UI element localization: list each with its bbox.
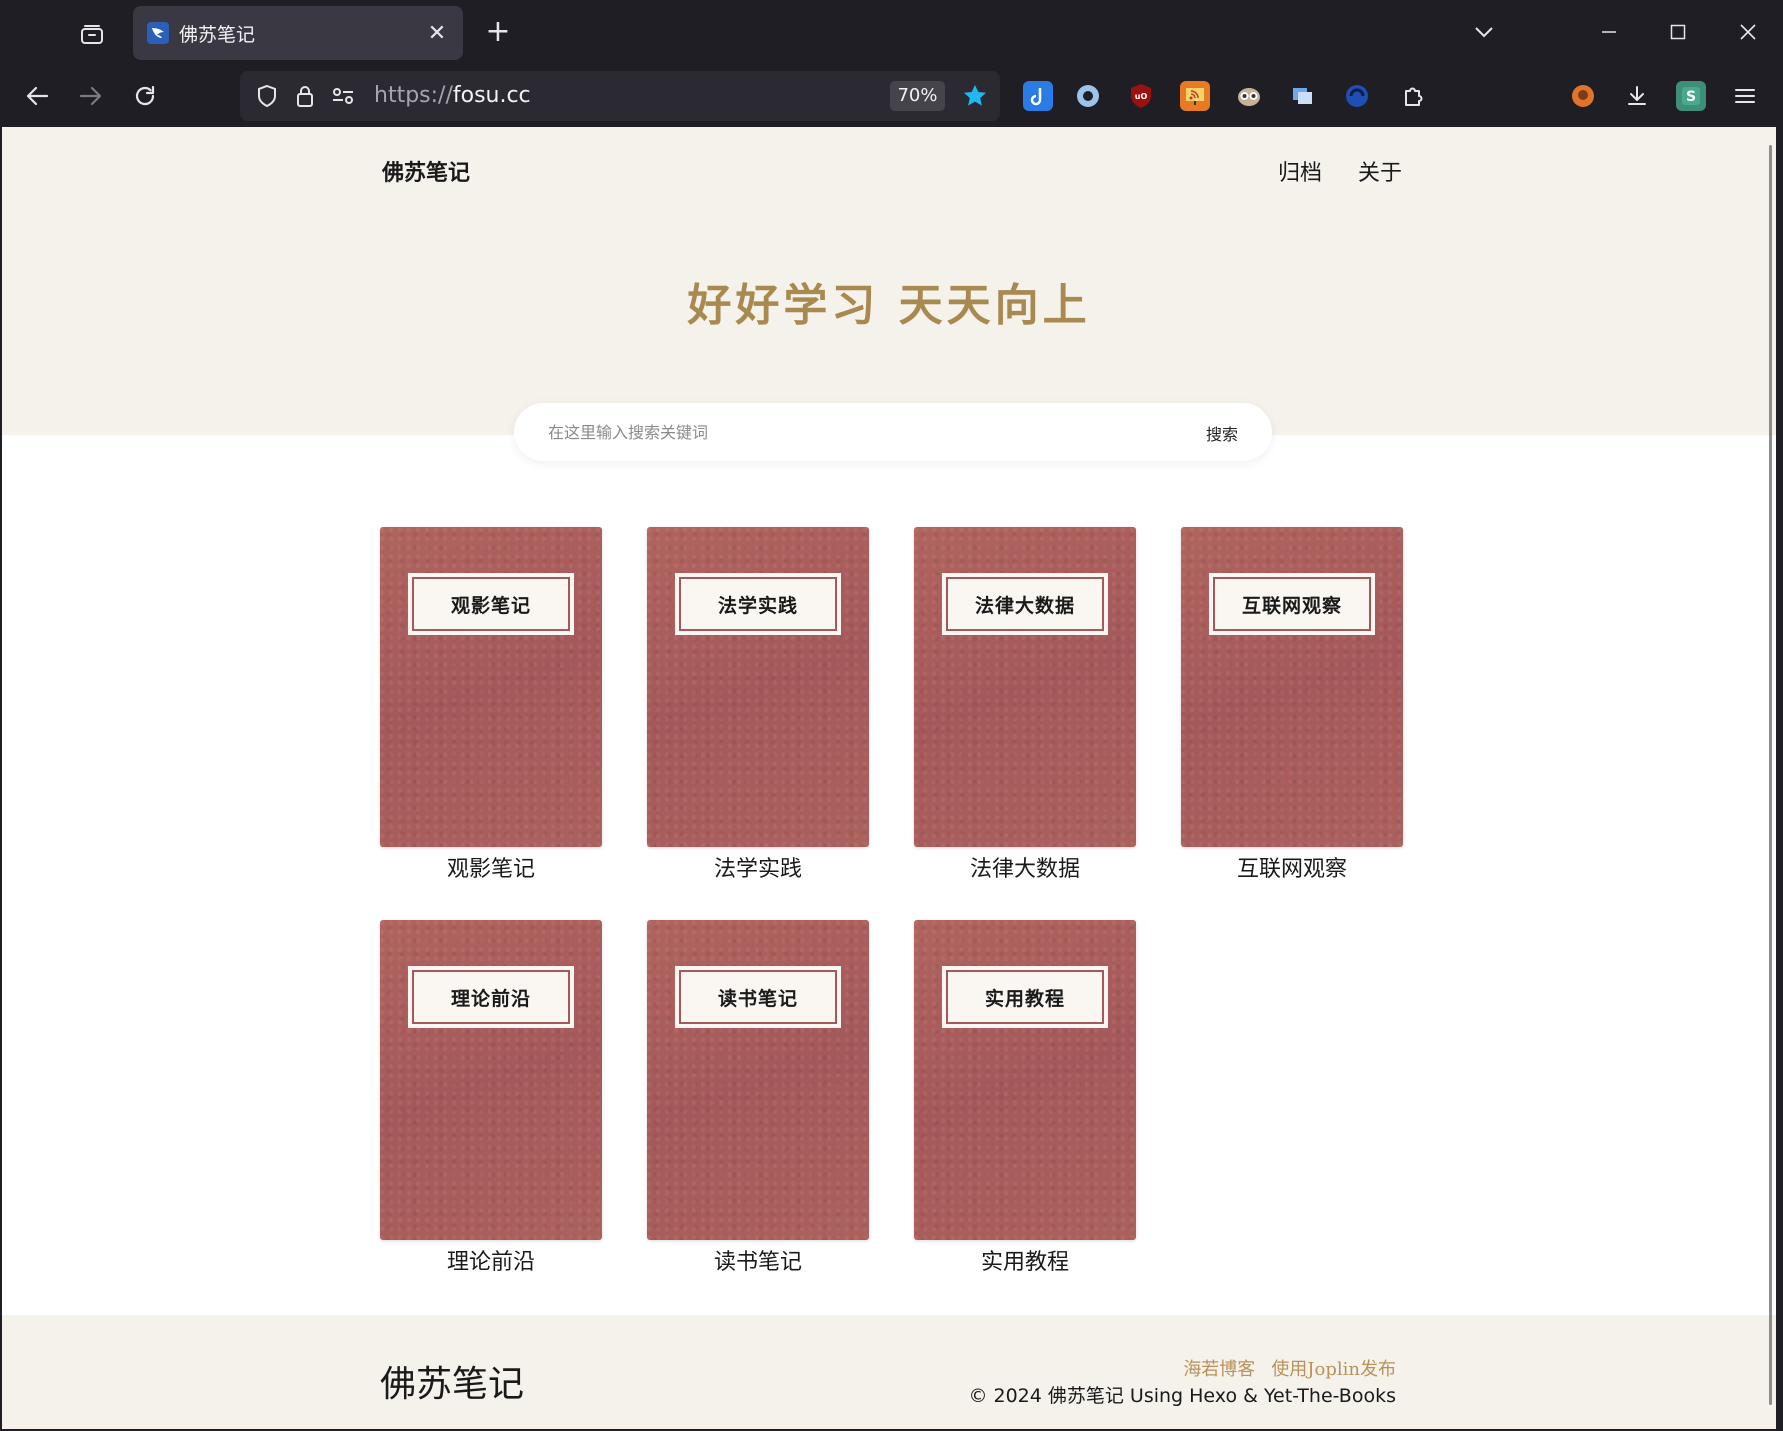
active-tab[interactable]: 佛苏笔记 ✕ xyxy=(133,6,463,60)
browser-chrome: 佛苏笔记 ✕ + https://fosu.cc 70% uO S xyxy=(0,0,1783,127)
back-arrow-icon xyxy=(26,86,49,106)
svg-text:S: S xyxy=(1686,89,1696,105)
book-cover-title: 读书笔记 xyxy=(679,970,837,1024)
tab-overview-icon xyxy=(81,25,103,44)
book-caption[interactable]: 法学实践 xyxy=(647,851,869,883)
search-box: 搜索 xyxy=(514,403,1272,461)
book-cover[interactable]: 读书笔记 xyxy=(647,920,869,1240)
svg-text:uO: uO xyxy=(1135,92,1148,101)
search-input[interactable] xyxy=(548,417,1128,447)
s-extension-icon[interactable]: S xyxy=(1676,81,1706,111)
extension-circle-icon[interactable] xyxy=(1073,81,1103,111)
site-favicon-icon xyxy=(147,22,169,44)
hero-slogan: 好好学习 天天向上 xyxy=(687,280,1091,331)
multi-account-extension-icon[interactable] xyxy=(1288,81,1318,111)
book-cover-title: 观影笔记 xyxy=(412,577,570,631)
forward-button[interactable] xyxy=(70,75,112,117)
navigation-toolbar: https://fosu.cc 70% uO S xyxy=(0,65,1783,127)
book-cover-label: 法律大数据 xyxy=(942,573,1108,635)
list-all-tabs-button[interactable] xyxy=(1462,12,1506,52)
footer-link-joplin[interactable]: 使用Joplin发布 xyxy=(1271,1355,1396,1381)
footer-link-blog[interactable]: 海若博客 xyxy=(1183,1355,1255,1381)
tab-bar: 佛苏笔记 ✕ + xyxy=(0,0,1783,65)
bookmark-star-icon[interactable] xyxy=(960,81,990,111)
book-item[interactable]: 法学实践 法学实践 xyxy=(647,527,869,883)
extensions-puzzle-icon[interactable] xyxy=(1398,81,1428,111)
search-button[interactable]: 搜索 xyxy=(1206,421,1238,445)
book-cover[interactable]: 实用教程 xyxy=(914,920,1136,1240)
book-item[interactable]: 观影笔记 观影笔记 xyxy=(380,527,602,883)
book-caption[interactable]: 实用教程 xyxy=(914,1244,1136,1276)
minimize-button[interactable] xyxy=(1587,12,1631,52)
book-cover-label: 读书笔记 xyxy=(675,966,841,1028)
tracking-protection-icon[interactable] xyxy=(252,81,282,111)
close-window-button[interactable] xyxy=(1726,12,1770,52)
url-host: fosu.cc xyxy=(452,83,531,108)
lock-icon[interactable] xyxy=(290,81,320,111)
book-caption[interactable]: 读书笔记 xyxy=(647,1244,869,1276)
nav-link-archive[interactable]: 归档 xyxy=(1278,155,1322,187)
page-footer: 佛苏笔记 海若博客 使用Joplin发布 © 2024 佛苏笔记 Using H… xyxy=(2,1315,1776,1429)
nav-link-about[interactable]: 关于 xyxy=(1358,155,1402,187)
tab-title: 佛苏笔记 xyxy=(179,23,256,46)
book-caption[interactable]: 观影笔记 xyxy=(380,851,602,883)
book-cover-title: 法律大数据 xyxy=(946,577,1104,631)
top-nav: 归档 关于 xyxy=(1278,155,1402,187)
book-cover-label: 法学实践 xyxy=(675,573,841,635)
chevron-down-icon xyxy=(1475,27,1493,38)
blue-circle-extension-icon[interactable] xyxy=(1342,81,1372,111)
book-item[interactable]: 理论前沿 理论前沿 xyxy=(380,920,602,1276)
owl-extension-icon[interactable] xyxy=(1234,81,1264,111)
address-bar[interactable]: https://fosu.cc 70% xyxy=(240,71,1000,121)
firefox-account-avatar[interactable] xyxy=(1568,81,1598,111)
footer-links: 海若博客 使用Joplin发布 xyxy=(1183,1355,1396,1381)
footer-brand: 佛苏笔记 xyxy=(380,1364,525,1405)
maximize-button[interactable] xyxy=(1656,12,1700,52)
minimize-icon xyxy=(1602,31,1616,33)
book-item[interactable]: 互联网观察 互联网观察 xyxy=(1181,527,1403,883)
site-brand-link[interactable]: 佛苏笔记 xyxy=(382,155,470,187)
book-item[interactable]: 实用教程 实用教程 xyxy=(914,920,1136,1276)
book-item[interactable]: 法律大数据 法律大数据 xyxy=(914,527,1136,883)
book-cover-label: 观影笔记 xyxy=(408,573,574,635)
footer-copyright: © 2024 佛苏笔记 Using Hexo & Yet-The-Books xyxy=(968,1385,1396,1407)
book-cover-label: 实用教程 xyxy=(942,966,1108,1028)
book-cover-title: 互联网观察 xyxy=(1213,577,1371,631)
book-cover[interactable]: 理论前沿 xyxy=(380,920,602,1240)
extension-d-icon[interactable] xyxy=(1023,81,1053,111)
book-cover-title: 法学实践 xyxy=(679,577,837,631)
ublock-origin-icon[interactable]: uO xyxy=(1126,81,1156,111)
book-cover[interactable]: 法学实践 xyxy=(647,527,869,847)
reload-button[interactable] xyxy=(124,75,166,117)
tab-close-icon[interactable]: ✕ xyxy=(425,21,449,46)
downloads-icon[interactable] xyxy=(1622,81,1652,111)
zoom-level-badge[interactable]: 70% xyxy=(890,81,945,111)
hamburger-menu-icon[interactable] xyxy=(1730,81,1760,111)
hero-section: 佛苏笔记 归档 关于 好好学习 天天向上 xyxy=(2,127,1776,435)
rss-extension-icon[interactable] xyxy=(1180,81,1210,111)
new-tab-button[interactable]: + xyxy=(478,12,518,54)
book-cover-title: 理论前沿 xyxy=(412,970,570,1024)
page-scrollbar[interactable] xyxy=(1769,145,1772,1405)
back-button[interactable] xyxy=(16,75,58,117)
book-cover[interactable]: 法律大数据 xyxy=(914,527,1136,847)
book-cover[interactable]: 互联网观察 xyxy=(1181,527,1403,847)
book-caption[interactable]: 法律大数据 xyxy=(914,851,1136,883)
tab-overview-button[interactable] xyxy=(70,14,114,54)
reload-icon xyxy=(135,85,155,106)
web-page: 佛苏笔记 归档 关于 好好学习 天天向上 搜索 观影笔记 观影笔记 法学实践 法… xyxy=(2,127,1776,1429)
book-cover-label: 互联网观察 xyxy=(1209,573,1375,635)
book-caption[interactable]: 理论前沿 xyxy=(380,1244,602,1276)
book-cover-label: 理论前沿 xyxy=(408,966,574,1028)
book-cover-title: 实用教程 xyxy=(946,970,1104,1024)
url-text[interactable]: https://fosu.cc xyxy=(374,83,531,108)
book-cover[interactable]: 观影笔记 xyxy=(380,527,602,847)
maximize-icon xyxy=(1670,24,1686,40)
book-caption[interactable]: 互联网观察 xyxy=(1181,851,1403,883)
close-icon xyxy=(1740,24,1756,40)
site-permissions-icon[interactable] xyxy=(328,81,358,111)
url-protocol: https:// xyxy=(374,83,453,108)
book-item[interactable]: 读书笔记 读书笔记 xyxy=(647,920,869,1276)
forward-arrow-icon xyxy=(79,86,102,106)
